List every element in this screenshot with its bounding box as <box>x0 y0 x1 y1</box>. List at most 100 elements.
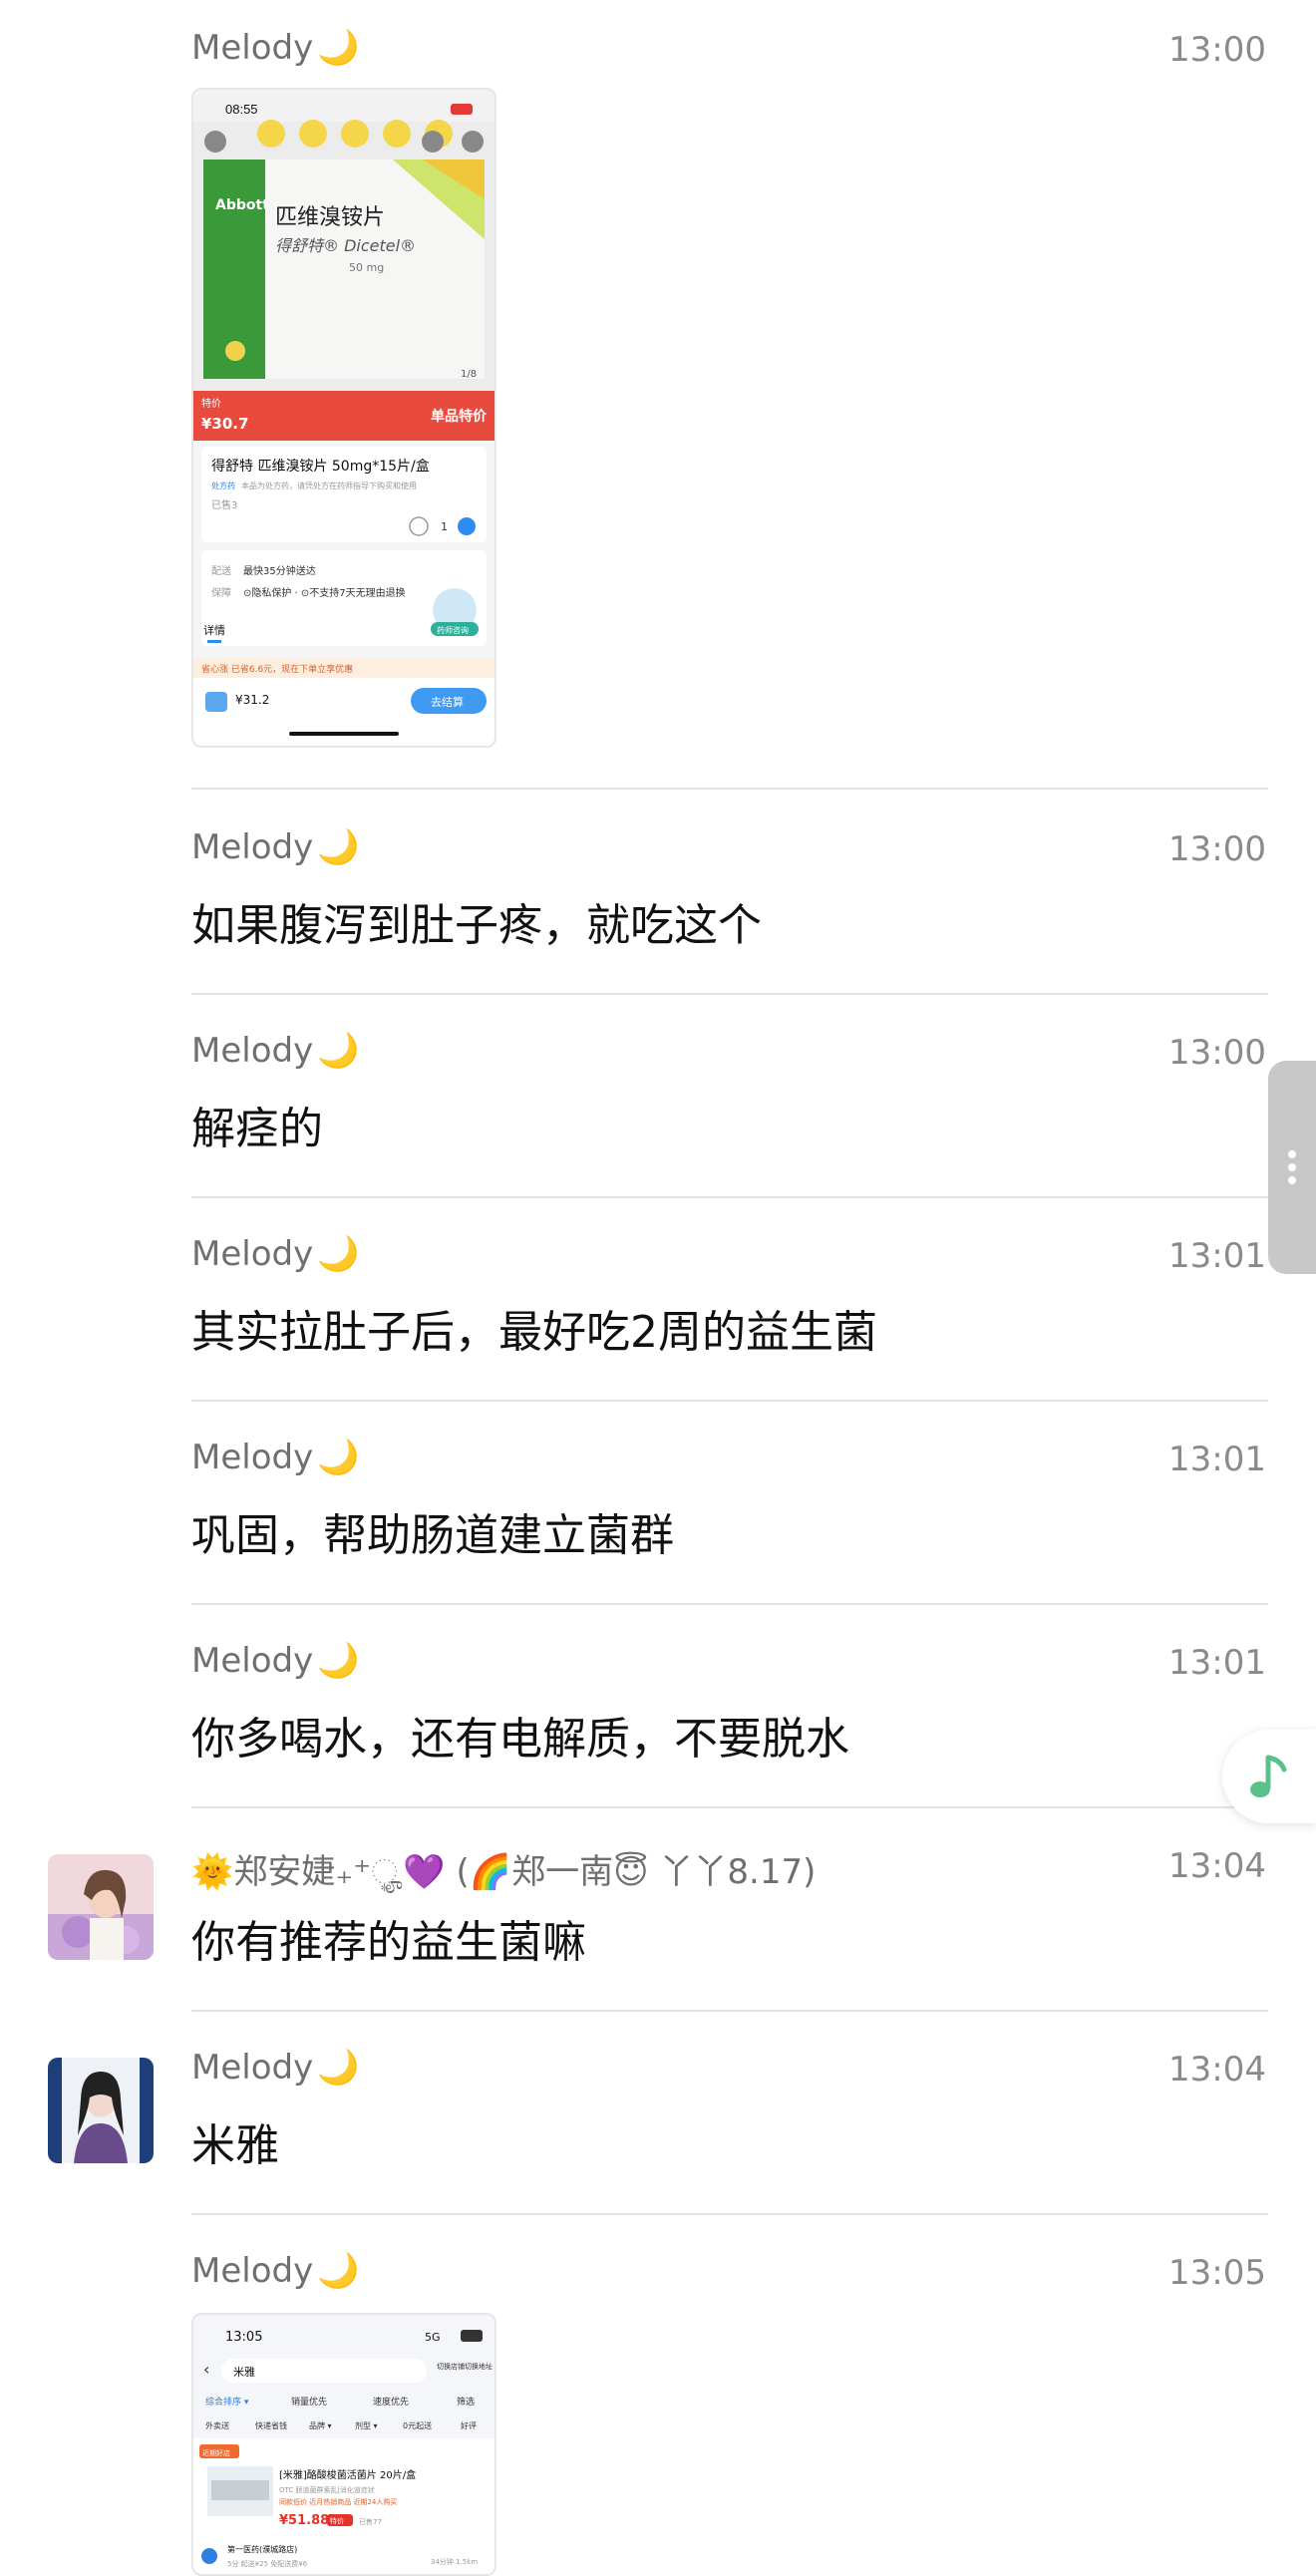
sender-name[interactable]: Melody 🌙 <box>191 2048 360 2088</box>
message-text[interactable]: 如果腹泻到肚子疼，就吃这个 <box>191 889 762 953</box>
sender-name[interactable]: Melody 🌙 <box>191 1234 360 1274</box>
sender-name-text: Melody <box>191 827 314 867</box>
sender-name[interactable]: Melody 🌙 <box>191 1641 360 1681</box>
avatar[interactable] <box>48 2058 154 2163</box>
rx-note: 本品为处方药，请凭处方在药师指导下购买和使用 <box>241 481 417 490</box>
details-tab: 详情 <box>203 623 225 637</box>
product-tags: 同款低价 近月热销商品 近期24人购买 <box>279 2497 397 2506</box>
filter-chip: 0元起送 <box>403 2420 432 2430</box>
message-time: 13:05 <box>1168 2253 1266 2293</box>
avatar[interactable] <box>48 1854 154 1960</box>
sort-tab: 销量优先 <box>291 2396 327 2408</box>
filter-chip: 剂型 ▾ <box>355 2420 378 2430</box>
drug-dose: 50 mg <box>349 261 384 274</box>
message-time: 13:01 <box>1168 1236 1266 1276</box>
music-note-icon <box>1250 1755 1287 1797</box>
svg-text:‹: ‹ <box>203 2360 209 2379</box>
message-text[interactable]: 解痉的 <box>191 1093 323 1156</box>
sender-name[interactable]: Melody 🌙 <box>191 1438 360 1477</box>
divider <box>191 2010 1268 2012</box>
sender-name-text: Melody <box>191 1438 314 1477</box>
cut-address: 切换地址 <box>465 2362 493 2371</box>
message-time: 13:01 <box>1168 1440 1266 1479</box>
rx-tag: 处方药 <box>211 481 235 490</box>
sender-name[interactable]: Melody 🌙 <box>191 2251 360 2291</box>
handle-dot <box>1288 1176 1296 1184</box>
moon-emoji: 🌙 <box>317 2251 360 2291</box>
page-index: 1/8 <box>461 369 477 380</box>
avatar-image <box>48 2058 154 2163</box>
message-time: 13:01 <box>1168 1643 1266 1683</box>
divider <box>191 1196 1268 1198</box>
shop-badge: 近期好店 <box>202 2448 230 2457</box>
store-name: 第一医药(濮城路店) <box>227 2544 297 2554</box>
brand-label: Abbott <box>215 197 269 213</box>
divider <box>191 788 1268 790</box>
sender-name[interactable]: Melody 🌙 <box>191 827 360 867</box>
divider <box>191 2213 1268 2215</box>
delivery-text: 最快35分钟送达 <box>243 564 316 577</box>
sender-name-text: Melody <box>191 2048 314 2088</box>
side-drawer-handle[interactable] <box>1268 1061 1316 1274</box>
sender-name[interactable]: Melody 🌙 <box>191 28 360 68</box>
shop-screenshot: 08:55 Abbott 匹维溴铵片 得舒特® Dicetel® 50 mg 1… <box>193 90 494 746</box>
total-price: ¥31.2 <box>235 693 269 707</box>
message-time: 13:00 <box>1168 30 1266 70</box>
product-price: ¥51.88 <box>279 2513 329 2528</box>
divider <box>191 1400 1268 1402</box>
sort-tab: 综合排序 ▾ <box>205 2396 249 2408</box>
delivery-label: 配送 <box>211 564 231 577</box>
checkout-button: 去结算 <box>431 695 464 709</box>
price-tag: 特价 <box>330 2516 344 2525</box>
price-label: 特价 <box>201 398 221 410</box>
price: ¥30.7 <box>201 415 248 433</box>
message-time: 13:00 <box>1168 1033 1266 1073</box>
message-time: 13:04 <box>1168 2050 1266 2090</box>
pharmacist-label: 药师咨询 <box>437 625 469 635</box>
banner-text: 单品特价 <box>431 408 488 425</box>
moon-emoji: 🌙 <box>317 1438 360 1477</box>
search-text: 米雅 <box>233 2365 255 2379</box>
sender-name-text: Melody <box>191 28 314 68</box>
message-time: 13:00 <box>1168 829 1266 869</box>
message-text[interactable]: 巩固，帮助肠道建立菌群 <box>191 1499 674 1563</box>
moon-emoji: 🌙 <box>317 827 360 867</box>
message-time: 13:04 <box>1168 1846 1266 1886</box>
message-text[interactable]: 其实拉肚子后，最好吃2周的益生菌 <box>191 1296 877 1360</box>
filter-chip: 好评 <box>461 2420 477 2430</box>
sold-count: 已售77 <box>359 2517 382 2526</box>
sender-name-text: Melody <box>191 1234 314 1274</box>
status-time: 13:05 <box>225 2330 262 2345</box>
store-meta: 5分 起送¥25 免配送费¥6 <box>227 2559 308 2568</box>
store-distance: 34分钟 1.5km <box>431 2557 478 2566</box>
filter-chip: 快递省钱 <box>255 2420 287 2430</box>
avatar-image <box>48 1854 154 1960</box>
message-text[interactable]: 米雅 <box>191 2109 279 2173</box>
drug-name: 匹维溴铵片 <box>275 205 385 230</box>
image-thumbnail[interactable]: 08:55 Abbott 匹维溴铵片 得舒特® Dicetel® 50 mg 1… <box>191 88 496 748</box>
sort-tab: 速度优先 <box>373 2396 409 2408</box>
sender-name[interactable]: 🌞郑安婕₊⁺ೄ͙💜 (🌈郑一南😇 丫丫8.17) <box>191 1844 816 1893</box>
sender-name[interactable]: Melody 🌙 <box>191 1031 360 1071</box>
moon-emoji: 🌙 <box>317 2048 360 2088</box>
image-thumbnail[interactable]: 13:05 5G ‹ 米雅 切换店铺 切换地址 综合排序 ▾ 销量优先 速度优先… <box>191 2313 496 2576</box>
shop-screenshot: 13:05 5G ‹ 米雅 切换店铺 切换地址 综合排序 ▾ 销量优先 速度优先… <box>193 2315 494 2574</box>
sender-name-text: Melody <box>191 2251 314 2291</box>
music-button[interactable] <box>1222 1730 1316 1823</box>
sender-name-text: Melody <box>191 1641 314 1681</box>
divider <box>191 1603 1268 1605</box>
filter-chip: 外卖送 <box>205 2420 229 2430</box>
handle-dot <box>1288 1150 1296 1158</box>
status-time: 08:55 <box>225 102 258 117</box>
signal: 5G <box>425 2331 441 2344</box>
cut-store: 切换店铺 <box>437 2362 465 2371</box>
message-text[interactable]: 你有推荐的益生菌嘛 <box>191 1906 586 1970</box>
sold-count: 已售3 <box>211 498 237 511</box>
divider <box>191 993 1268 995</box>
sender-name-text: Melody <box>191 1031 314 1071</box>
moon-emoji: 🌙 <box>317 1031 360 1071</box>
message-text[interactable]: 你多喝水，还有电解质，不要脱水 <box>191 1703 849 1767</box>
product-sub: OTC 肠道菌群紊乱|消化道症状 <box>279 2485 375 2494</box>
product-title: 得舒特 匹维溴铵片 50mg*15片/盒 <box>211 458 430 475</box>
guarantee-text: ⊙隐私保护 · ⊙不支持7天无理由退换 <box>243 586 406 599</box>
